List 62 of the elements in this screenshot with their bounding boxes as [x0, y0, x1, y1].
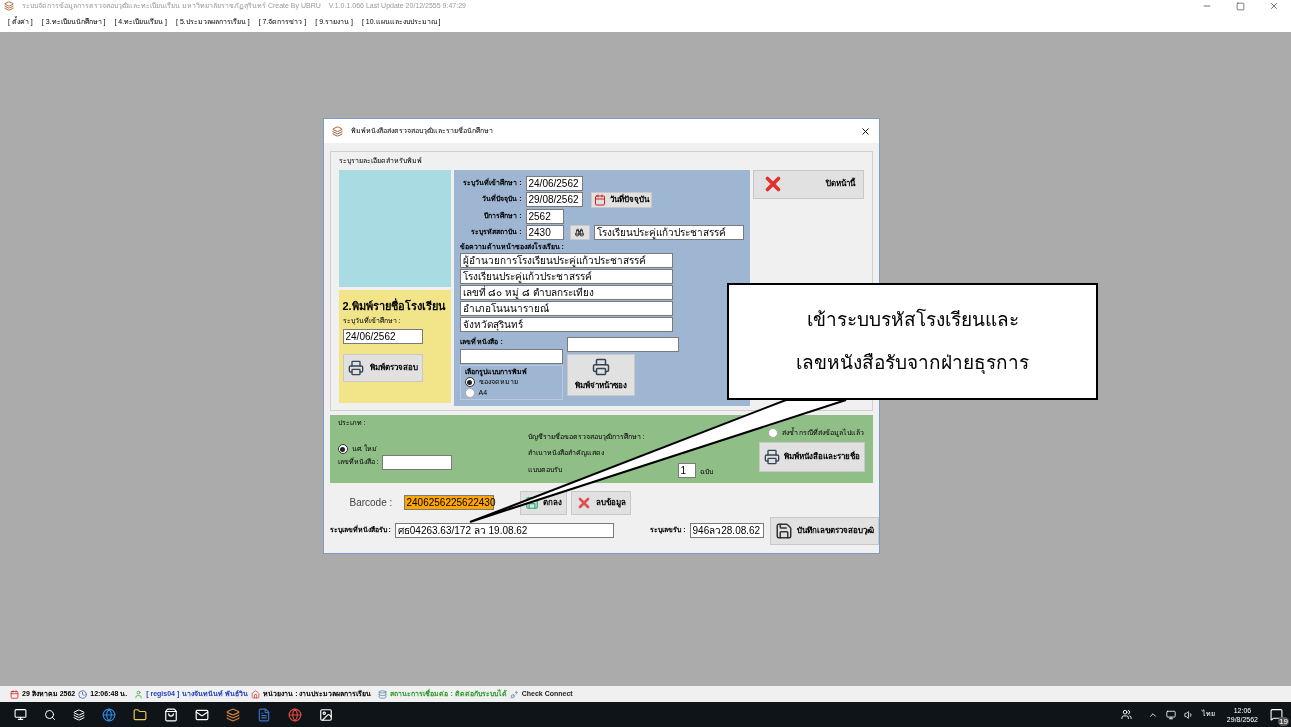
today-button[interactable]: วันที่ปัจจุบัน: [590, 191, 652, 208]
store-icon[interactable]: [164, 707, 178, 722]
user-icon: [134, 689, 144, 699]
people-icon[interactable]: [1120, 709, 1132, 720]
radio-button[interactable]: [464, 377, 475, 388]
app-icon: [331, 125, 343, 137]
envelope-line-field[interactable]: ผู้อำนวยการโรงเรียนประคู่แก้วประชาสรรค์: [459, 253, 673, 268]
browser-icon[interactable]: [102, 707, 116, 722]
text-field[interactable]: 2562: [525, 208, 564, 224]
field-label: Barcode :: [349, 496, 394, 510]
receipt-number-field[interactable]: 946ลว28.08.62: [689, 523, 764, 538]
search-button[interactable]: [569, 224, 590, 240]
radio-button[interactable]: [337, 444, 348, 455]
app-icon[interactable]: [226, 707, 240, 722]
volume-icon[interactable]: [1183, 709, 1194, 720]
save-button[interactable]: บันทึกเลขตรวจสอบวุฒิ: [769, 516, 879, 545]
image-icon[interactable]: [319, 707, 333, 722]
text-field[interactable]: 29/08/2562: [525, 192, 583, 207]
printer-icon: [591, 358, 610, 376]
folder-icon[interactable]: [133, 707, 147, 722]
text-field[interactable]: 24/06/2562: [342, 328, 423, 344]
text-field[interactable]: [382, 454, 453, 470]
panel-title: 2.พิมพ์รายชื่อโรงเรียน: [342, 297, 447, 314]
search-icon[interactable]: [44, 708, 56, 721]
envelope-line-field[interactable]: จังหวัดสุรินทร์: [459, 317, 673, 332]
plug-icon: [509, 689, 519, 699]
calendar-icon: [10, 689, 19, 699]
home-icon: [251, 689, 261, 699]
printer-icon: [763, 449, 780, 465]
print-envelope-button[interactable]: พิมพ์จ่าหน้าซอง: [566, 354, 635, 396]
print-letter-button[interactable]: พิมพ์หนังสือและรายชื่อ: [758, 442, 865, 472]
envelope-line-field[interactable]: เลขที่ ๘๐ หมู่ ๘ ตำบลกระเทียง: [459, 285, 673, 300]
close-page-button[interactable]: ปิดหน้านี้: [752, 169, 864, 199]
notification-icon[interactable]: [1270, 708, 1283, 721]
delete-button[interactable]: ลบข้อมูล: [570, 490, 631, 515]
text-field[interactable]: โรงเรียนประคู่แก้วประชาสรรค์: [593, 224, 744, 240]
close-icon[interactable]: [859, 125, 871, 137]
callout-text: เข้าระบบรหัสโรงเรียนและ: [806, 307, 1019, 332]
text-field[interactable]: 1: [677, 462, 696, 478]
text-field[interactable]: 24/06/2562: [525, 175, 583, 191]
clock-icon: [78, 689, 88, 699]
globe-icon[interactable]: [288, 707, 302, 722]
radio-button[interactable]: [464, 387, 475, 398]
text-field[interactable]: 2430: [525, 224, 564, 240]
calendar-icon: [593, 193, 606, 206]
text-field[interactable]: [459, 348, 563, 364]
envelope-line-field[interactable]: โรงเรียนประคู่แก้วประชาสรรค์: [459, 269, 673, 284]
printer-icon: [347, 359, 364, 376]
envelope-line-field[interactable]: อำเภอโนนนารายณ์: [459, 301, 673, 316]
radio-button[interactable]: [767, 427, 778, 438]
text-field[interactable]: [566, 337, 679, 352]
callout-text: เลขหนังสือรับจากฝ่ายธุรการ: [796, 350, 1029, 376]
app-icon: [4, 1, 14, 11]
document-icon[interactable]: [257, 707, 271, 722]
save-icon: [774, 521, 793, 540]
mail-icon[interactable]: [195, 707, 209, 722]
print-check-button[interactable]: พิมพ์ตรวจสอบ: [342, 353, 423, 382]
database-icon: [378, 689, 388, 699]
document-number-field[interactable]: ศธ04263.63/172 ลว 19.08.62: [394, 523, 615, 538]
notification-badge: 19: [1278, 717, 1289, 726]
search-icon: [575, 227, 584, 237]
maximize-icon[interactable]: [1236, 1, 1245, 11]
